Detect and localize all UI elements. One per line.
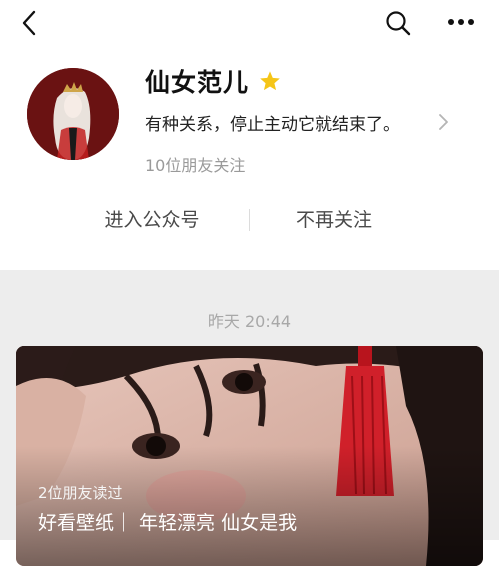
- message-feed: 昨天 20:44 2位朋友读过 好看壁纸｜ 年轻漂亮 仙女是我: [0, 270, 499, 566]
- action-divider: [249, 209, 250, 231]
- more-button[interactable]: [446, 12, 476, 32]
- account-name-row: 仙女范儿: [145, 64, 281, 98]
- search-icon: [386, 11, 411, 36]
- top-nav-bar: [0, 0, 499, 46]
- profile-actions: 进入公众号 不再关注: [0, 200, 499, 240]
- avatar[interactable]: [27, 68, 119, 160]
- chevron-right-icon: [439, 114, 448, 130]
- star-icon: [260, 71, 280, 91]
- friends-following-count[interactable]: 10位朋友关注: [145, 152, 245, 176]
- more-horizontal-icon: [448, 19, 474, 25]
- avatar-image: [27, 68, 119, 160]
- enter-official-account-button[interactable]: 进入公众号: [72, 200, 232, 240]
- account-profile: 仙女范儿 有种关系，停止主动它就结束了。 10位朋友关注 进入公众号 不再关注: [0, 46, 499, 270]
- message-timestamp: 昨天 20:44: [207, 312, 292, 331]
- chevron-left-icon: [22, 10, 36, 36]
- unfollow-button[interactable]: 不再关注: [254, 200, 414, 240]
- cover-gradient-overlay: [16, 446, 483, 566]
- account-description-row[interactable]: 有种关系，停止主动它就结束了。: [145, 108, 465, 136]
- back-button[interactable]: [18, 9, 42, 37]
- account-name: 仙女范儿: [145, 68, 250, 97]
- search-button[interactable]: [384, 9, 412, 37]
- article-card[interactable]: 2位朋友读过 好看壁纸｜ 年轻漂亮 仙女是我: [16, 346, 483, 566]
- article-title: 好看壁纸｜ 年轻漂亮 仙女是我: [38, 512, 298, 534]
- friends-read-count: 2位朋友读过: [38, 484, 123, 502]
- account-description: 有种关系，停止主动它就结束了。: [145, 114, 400, 135]
